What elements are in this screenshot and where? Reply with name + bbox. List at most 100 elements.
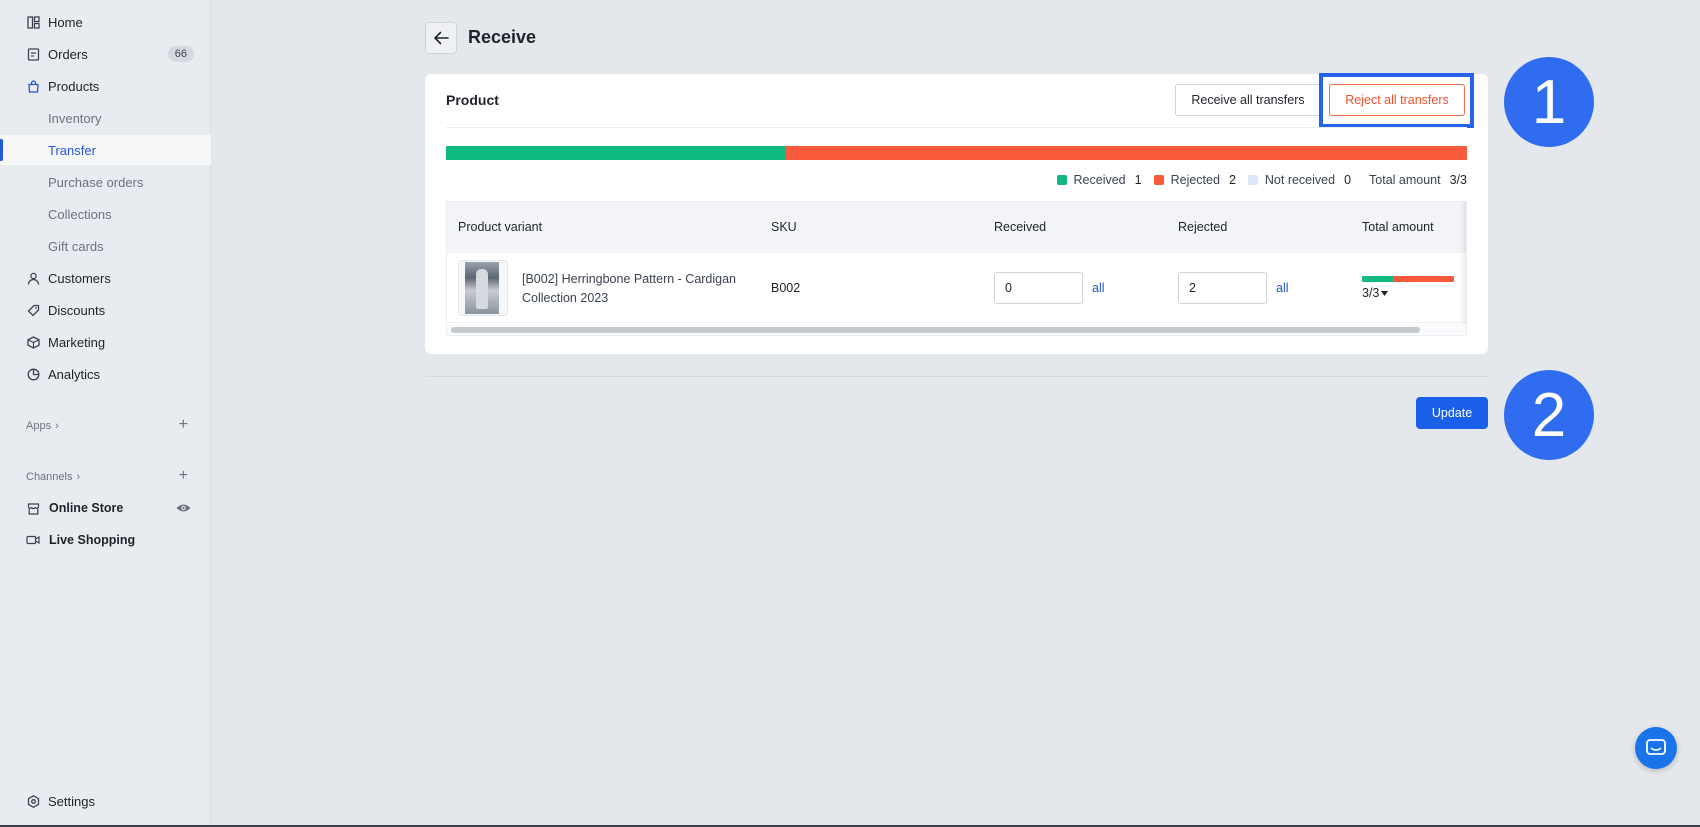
row-total-value: 3/3 [1362, 286, 1380, 300]
eye-icon[interactable] [176, 501, 191, 516]
sidebar-item-transfer[interactable]: Transfer [0, 135, 211, 165]
legend-not-received-label: Not received [1264, 173, 1336, 187]
sidebar: Home Orders 66 Products Inventory Transf… [0, 0, 211, 827]
sidebar-item-label: Orders [48, 46, 88, 62]
sidebar-item-label: Discounts [48, 302, 106, 318]
video-camera-icon [26, 533, 40, 547]
orders-count-badge: 66 [167, 46, 194, 62]
sidebar-item-label: Gift cards [48, 238, 104, 254]
column-header-rejected: Rejected [1178, 220, 1228, 234]
progress-rejected-segment [786, 146, 1467, 160]
legend-not-received-count: 0 [1344, 173, 1352, 187]
transfer-table: Product variant SKU Received Rejected To… [446, 201, 1467, 336]
bag-icon [26, 79, 40, 93]
page-title: Receive [468, 27, 537, 47]
card-title: Product [446, 92, 499, 108]
sidebar-item-gift-cards[interactable]: Gift cards [0, 231, 211, 261]
sidebar-item-label: Home [48, 14, 83, 30]
chevron-right-icon: › [55, 420, 59, 432]
sidebar-item-label: Online Store [49, 501, 124, 515]
row-total-dropdown[interactable]: 3/3 [1362, 286, 1389, 300]
pie-chart-icon [26, 367, 40, 381]
not-received-swatch [1247, 175, 1258, 185]
sidebar-item-marketing[interactable]: Marketing [0, 327, 211, 357]
divider [446, 127, 1467, 128]
legend-total-label: Total amount [1369, 173, 1441, 187]
product-thumbnail [458, 260, 508, 316]
sidebar-item-products[interactable]: Products [0, 71, 211, 101]
receive-all-transfers-button[interactable]: Receive all transfers [1175, 84, 1321, 116]
add-channel-plus-icon[interactable]: + [179, 467, 188, 485]
step-marker-1: 1 [1504, 57, 1594, 147]
scrollbar-thumb[interactable] [451, 327, 1420, 333]
caret-down-icon [1381, 290, 1389, 296]
step-marker-2: 2 [1504, 370, 1594, 460]
sidebar-item-label: Customers [48, 270, 111, 286]
rejected-quantity-input[interactable] [1178, 272, 1267, 304]
sidebar-item-live-shopping[interactable]: Live Shopping [0, 525, 211, 555]
sidebar-item-online-store[interactable]: Online Store [0, 493, 211, 523]
sidebar-item-collections[interactable]: Collections [0, 199, 211, 229]
sidebar-item-label: Transfer [48, 142, 96, 158]
chevron-right-icon: › [76, 471, 81, 483]
rejected-swatch [1153, 175, 1164, 185]
sidebar-item-label: Collections [48, 206, 112, 222]
add-app-plus-icon[interactable]: + [179, 416, 188, 434]
sidebar-item-discounts[interactable]: Discounts [0, 295, 211, 325]
sidebar-item-analytics[interactable]: Analytics [0, 359, 211, 389]
product-card: Product Receive all transfers Reject all… [425, 73, 1488, 354]
sidebar-item-home[interactable]: Home [0, 7, 211, 37]
sidebar-item-label: Purchase orders [48, 174, 144, 190]
sidebar-item-customers[interactable]: Customers [0, 263, 211, 293]
apps-section-header[interactable]: Apps › [26, 420, 59, 432]
legend-received: Received 1 [1056, 173, 1142, 187]
update-button[interactable]: Update [1416, 397, 1488, 429]
chat-support-button[interactable] [1635, 727, 1677, 769]
column-header-product-variant: Product variant [458, 220, 543, 234]
received-quantity-input[interactable] [994, 272, 1083, 304]
home-icon [26, 15, 40, 29]
back-button[interactable] [425, 22, 457, 54]
sidebar-item-purchase-orders[interactable]: Purchase orders [0, 167, 211, 197]
received-all-link[interactable]: all [1092, 281, 1105, 295]
settings-gear-icon [26, 794, 40, 808]
received-swatch [1056, 175, 1067, 185]
orders-icon [26, 47, 40, 61]
sidebar-item-label: Live Shopping [49, 533, 136, 547]
divider [425, 376, 1488, 377]
product-variant-name: [B002] Herringbone Pattern - Cardigan Co… [522, 272, 737, 305]
legend-rejected-label: Rejected [1170, 173, 1220, 187]
sidebar-item-label: Marketing [48, 334, 106, 350]
progress-received-segment [446, 146, 787, 160]
sku-value: B002 [771, 281, 801, 295]
tag-icon [26, 303, 40, 317]
reject-all-transfers-button[interactable]: Reject all transfers [1329, 84, 1465, 116]
channels-section-header[interactable]: Channels › [26, 471, 80, 483]
row-rejected-segment [1392, 276, 1454, 282]
legend-not-received: Not received 0 [1247, 173, 1352, 187]
transfer-progress-bar [446, 146, 1467, 160]
horizontal-scrollbar[interactable] [447, 324, 1466, 335]
sidebar-item-orders[interactable]: Orders 66 [0, 39, 211, 69]
cube-icon [26, 335, 40, 349]
store-icon [26, 501, 40, 515]
progress-legend: Received 1 Rejected 2 Not received 0 Tot… [1045, 173, 1467, 187]
table-header: Product variant SKU Received Rejected To… [447, 202, 1466, 253]
legend-rejected-count: 2 [1228, 173, 1236, 187]
sidebar-item-label: Settings [48, 793, 95, 809]
column-header-received: Received [994, 220, 1047, 234]
rejected-all-link[interactable]: all [1276, 281, 1289, 295]
chat-icon [1646, 739, 1666, 755]
table-row: [B002] Herringbone Pattern - Cardigan Co… [447, 253, 1466, 323]
sidebar-item-inventory[interactable]: Inventory [0, 103, 211, 133]
channels-label: Channels [26, 471, 73, 483]
column-header-sku: SKU [771, 220, 797, 234]
sidebar-item-settings[interactable]: Settings [0, 786, 211, 816]
column-header-total-amount: Total amount [1362, 220, 1434, 234]
user-icon [26, 271, 40, 285]
sidebar-item-label: Products [48, 78, 100, 94]
sidebar-item-label: Analytics [48, 366, 101, 382]
apps-label: Apps [26, 420, 52, 432]
arrow-left-icon [434, 31, 449, 45]
legend-received-label: Received [1073, 173, 1126, 187]
